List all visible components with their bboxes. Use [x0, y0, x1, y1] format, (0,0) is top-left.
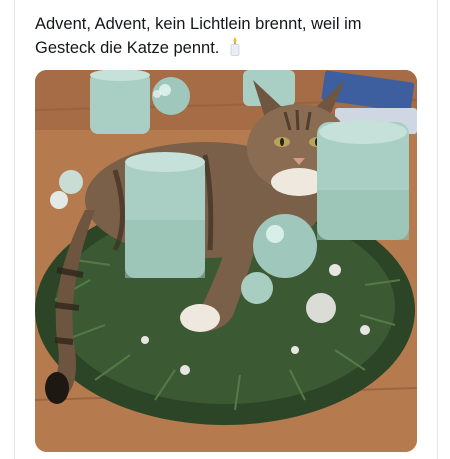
tweet-text-line2: Gesteck die Katze pennt.: [35, 39, 220, 57]
tweet-text-line1: Advent, Advent, kein Lichtlein brennt, w…: [35, 15, 362, 33]
tweet-text: Advent, Advent, kein Lichtlein brennt, w…: [35, 12, 415, 63]
tweet-card: Advent, Advent, kein Lichtlein brennt, w…: [14, 0, 438, 459]
cat-wreath-photo: [35, 70, 417, 452]
tweet-image[interactable]: [35, 70, 417, 452]
candle-icon: [228, 36, 242, 63]
